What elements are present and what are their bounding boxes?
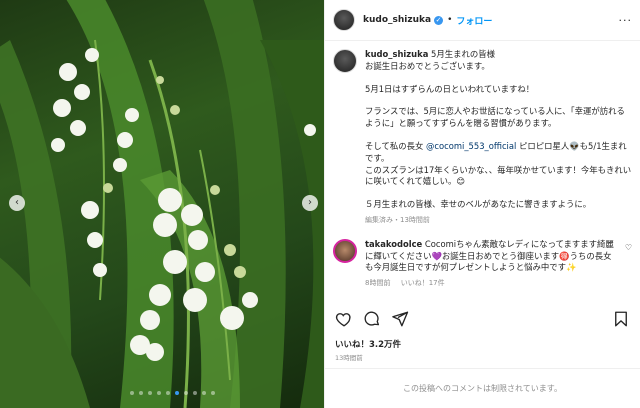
caption-edited-time: 編集済み・13時間前	[365, 215, 430, 224]
post-details-panel: kudo_shizuka ✓ • フォロー ··· kudo_shizuka 5…	[324, 0, 640, 408]
author-username[interactable]: kudo_shizuka	[363, 15, 431, 25]
caption: kudo_shizuka 5月生まれの皆様 お誕生日おめでとうございます。 5月…	[333, 49, 632, 227]
caption-line: お誕生日おめでとうございます。	[365, 60, 490, 71]
carousel-dot	[193, 391, 197, 395]
comments-section: kudo_shizuka 5月生まれの皆様 お誕生日おめでとうございます。 5月…	[325, 41, 640, 299]
follow-button[interactable]: フォロー	[456, 14, 492, 27]
post-header: kudo_shizuka ✓ • フォロー ···	[325, 0, 640, 41]
lily-of-the-valley-image	[0, 0, 324, 408]
post-photo[interactable]: ‹ ›	[0, 0, 324, 408]
share-icon[interactable]	[389, 308, 411, 330]
carousel-dot	[139, 391, 143, 395]
caption-line: フランスでは、5月に恋人やお世話になっている人に、「幸運が訪れるように」と願って…	[365, 106, 625, 129]
heart-icon[interactable]	[333, 308, 355, 330]
mention-link[interactable]: @cocomi_553_official	[426, 141, 516, 151]
comment-time: 8時間前	[365, 279, 391, 288]
comment: takakodolce Cocomiちゃん素敵なレディになってますます綺麗に輝い…	[333, 238, 632, 290]
bookmark-icon[interactable]	[610, 308, 632, 330]
likes-count[interactable]: いいね！3.2万件	[335, 338, 401, 350]
verified-badge-icon: ✓	[434, 15, 444, 25]
separator: •	[447, 15, 453, 25]
heart-outline-icon[interactable]: ♡	[625, 243, 632, 290]
comments-disabled-notice: この投稿へのコメントは制限されています。	[325, 368, 640, 408]
more-options-icon[interactable]: ···	[619, 14, 633, 27]
caption-username[interactable]: kudo_shizuka	[365, 49, 428, 59]
comment-body: takakodolce Cocomiちゃん素敵なレディになってますます綺麗に輝い…	[365, 239, 619, 290]
comment-meta: 8時間前 いいね！17件	[365, 278, 619, 290]
carousel-dot	[166, 391, 170, 395]
comment-username[interactable]: takakodolce	[365, 239, 422, 249]
carousel-dot	[130, 391, 134, 395]
chevron-left-icon[interactable]: ‹	[9, 195, 25, 211]
action-bar	[333, 308, 632, 330]
caption-line: このスズランは17年くらいかな、、毎年咲かせています！今年もきれいに咲いてくれて…	[365, 164, 632, 187]
carousel-dot	[184, 391, 188, 395]
carousel-dot	[148, 391, 152, 395]
carousel-dot	[202, 391, 206, 395]
caption-line: ５月生まれの皆様、幸せのベルがあなたに響きますように。	[365, 199, 592, 210]
carousel-dot	[157, 391, 161, 395]
avatar[interactable]	[333, 9, 355, 31]
carousel-dot-active	[175, 391, 179, 395]
carousel-indicator	[130, 391, 215, 395]
caption-line: そして私の長女	[365, 140, 427, 151]
avatar[interactable]	[333, 238, 357, 263]
carousel-dot	[211, 391, 215, 395]
comment-likes[interactable]: いいね！17件	[401, 279, 445, 287]
avatar[interactable]	[333, 49, 357, 73]
comment-icon[interactable]	[361, 308, 383, 330]
chevron-right-icon[interactable]: ›	[302, 195, 318, 211]
caption-line: 5月1日はすずらんの日といわれていますね！	[365, 83, 535, 94]
caption-body: kudo_shizuka 5月生まれの皆様 お誕生日おめでとうございます。 5月…	[365, 49, 632, 227]
caption-line: 5月生まれの皆様	[428, 49, 495, 59]
post-time: 13時間前	[335, 354, 363, 362]
